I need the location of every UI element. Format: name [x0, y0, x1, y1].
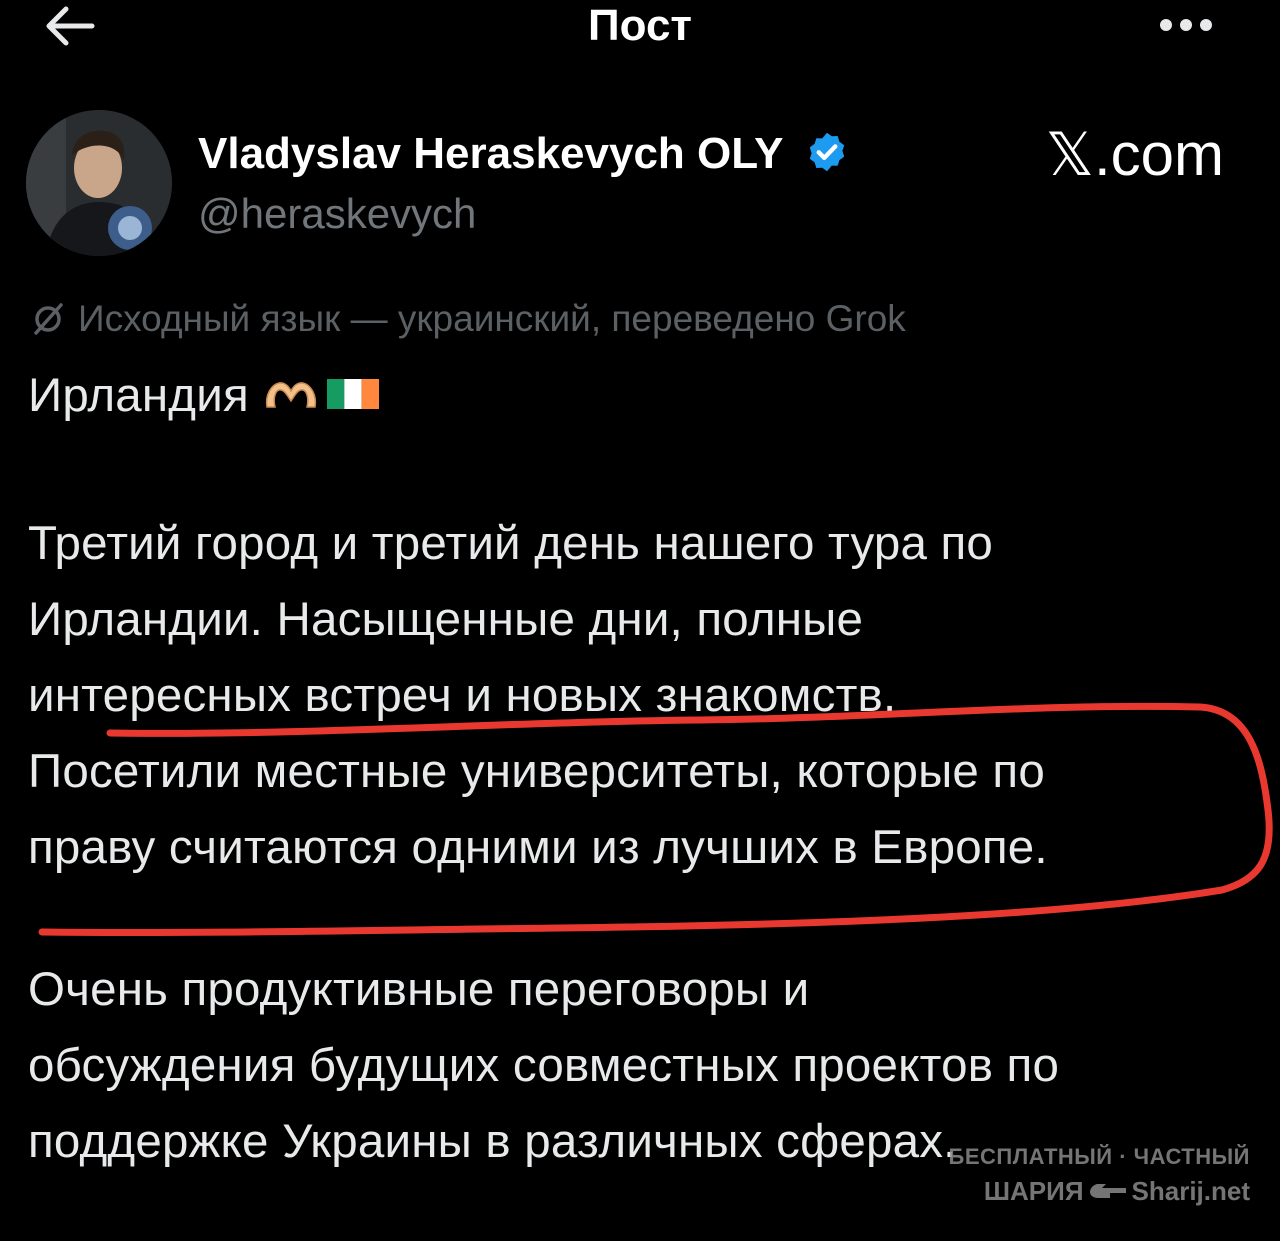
translate-icon — [34, 303, 63, 335]
post-line: праву считаются одними из лучших в Европ… — [28, 821, 1048, 874]
post-paragraph: Третий город и третий день нашего тура п… — [28, 506, 1268, 886]
post-heading-text: Ирландия — [28, 369, 249, 422]
watermark: БЕСПЛАТНЫЙ · ЧАСТНЫЙ ШАРИЯ Sharij.net — [930, 1140, 1250, 1208]
more-dot — [1200, 19, 1212, 31]
author-name-text: Vladyslav Heraskevych OLY — [198, 129, 783, 178]
more-options-button[interactable] — [1160, 18, 1220, 38]
post-line: Посетили местные университеты, которые п… — [28, 745, 1045, 798]
more-dot — [1180, 19, 1192, 31]
brand-label: 𝕏.com — [1045, 121, 1224, 188]
translation-note-text: Исходный язык — украинский, переведено G… — [78, 298, 906, 339]
watermark-line2: ШАРИЯ Sharij.net — [930, 1174, 1250, 1208]
watermark-right-text: Sharij.net — [1131, 1176, 1250, 1206]
post-heading: Ирландия — [28, 358, 1268, 434]
pointing-finger-icon — [1089, 1184, 1126, 1198]
watermark-line1: БЕСПЛАТНЫЙ · ЧАСТНЫЙ — [948, 1144, 1250, 1169]
heart-hands-emoji-icon — [265, 382, 317, 408]
post-line: Третий город и третий день нашего тура п… — [28, 517, 994, 570]
translation-note[interactable]: Исходный язык — украинский, переведено G… — [30, 294, 906, 344]
avatar[interactable] — [26, 110, 172, 256]
author-handle[interactable]: @heraskevych — [198, 186, 476, 242]
post-line: интересных встреч и новых знакомств. — [28, 669, 897, 722]
top-bar: Пост — [0, 0, 1280, 60]
verified-badge-icon — [809, 133, 845, 172]
post-line: Очень продуктивные переговоры и — [28, 963, 810, 1016]
avatar-photo — [26, 110, 172, 256]
post-line: обсуждения будущих совместных проектов п… — [28, 1039, 1060, 1092]
post-line: Ирландии. Насыщенные дни, полные — [28, 593, 864, 646]
ireland-flag-icon — [326, 379, 379, 409]
author-name[interactable]: Vladyslav Heraskevych OLY — [198, 126, 849, 182]
more-horizontal-icon — [1160, 19, 1172, 31]
watermark-left-text: ШАРИЯ — [983, 1176, 1084, 1206]
page-title: Пост — [588, 1, 692, 50]
